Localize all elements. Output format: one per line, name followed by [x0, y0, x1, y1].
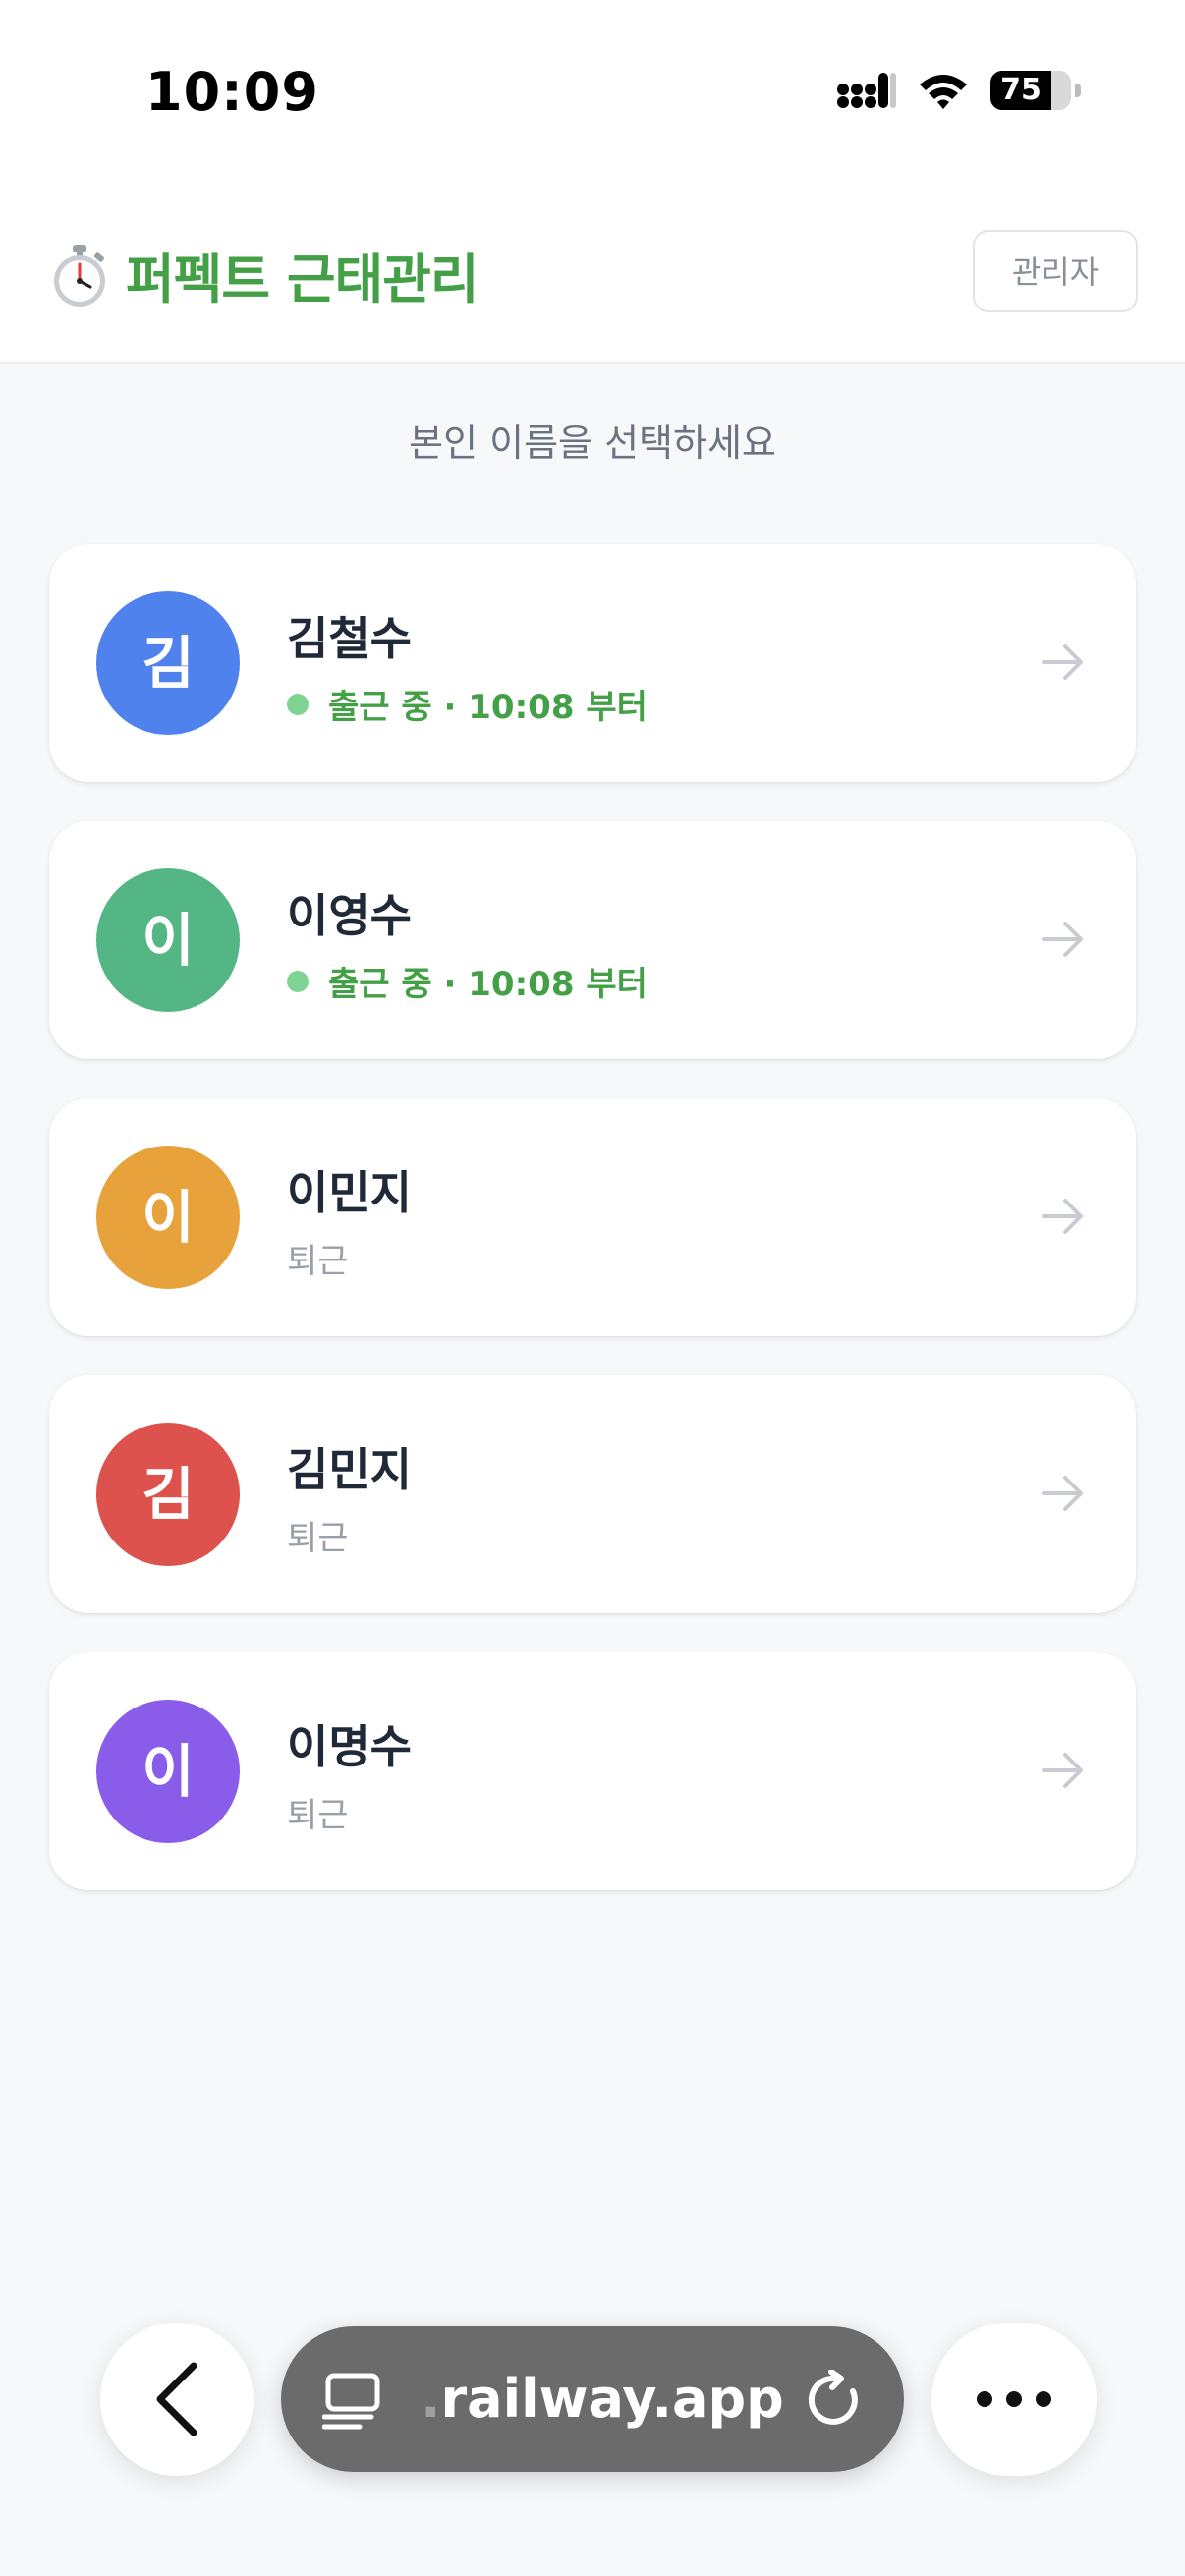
employee-name: 김민지: [287, 1443, 412, 1496]
avatar: 김: [96, 1423, 240, 1566]
arrow-right-icon: [1042, 922, 1083, 957]
employee-card[interactable]: 이 이영수 출근 중 · 10:08 부터: [49, 821, 1136, 1059]
employee-status: 출근 중 · 10:08 부터: [287, 957, 648, 1005]
status-text: 퇴근: [287, 1242, 349, 1281]
battery-icon: 75: [990, 71, 1071, 110]
app-header: 퍼펙트 근태관리 관리자: [0, 187, 1185, 364]
employee-name: 이민지: [287, 1166, 412, 1219]
browser-toolbar: .railway.app: [0, 2299, 1185, 2576]
employee-card[interactable]: 이 이명수 퇴근: [49, 1652, 1136, 1890]
more-options-button[interactable]: [931, 2323, 1097, 2476]
wifi-icon: [920, 75, 967, 109]
reload-icon[interactable]: [806, 2370, 867, 2431]
brand: 퍼펙트 근태관리: [49, 236, 480, 313]
avatar: 이: [96, 1146, 240, 1289]
address-bar[interactable]: .railway.app: [281, 2326, 904, 2472]
status-text: 출근 중 · 10:08 부터: [328, 688, 648, 727]
tabs-icon: [322, 2373, 380, 2430]
employee-name: 이명수: [287, 1720, 412, 1773]
status-icons: 75: [837, 71, 1081, 110]
employee-list: 김 김철수 출근 중 · 10:08 부터 이 이영수 출근 중 · 10:08…: [49, 544, 1136, 1930]
employee-status: 출근 중 · 10:08 부터: [287, 680, 648, 728]
instruction-text: 본인 이름을 선택하세요: [409, 421, 776, 465]
status-dot: [287, 970, 309, 992]
avatar: 이: [96, 868, 240, 1012]
battery-cap: [1075, 84, 1081, 97]
app-title: 퍼펙트 근태관리: [126, 249, 480, 310]
avatar: 김: [96, 591, 240, 735]
arrow-right-icon: [1042, 1753, 1083, 1788]
status-bar: 10:09 75: [0, 0, 1185, 187]
employee-card[interactable]: 김 김철수 출근 중 · 10:08 부터: [49, 544, 1136, 782]
cellular-signal-icon: [837, 73, 896, 108]
arrow-right-icon: [1042, 644, 1083, 680]
employee-card[interactable]: 이 이민지 퇴근: [49, 1098, 1136, 1336]
arrow-right-icon: [1042, 1199, 1083, 1234]
url-text: .railway.app: [421, 2326, 784, 2472]
employee-status: 퇴근: [287, 1234, 349, 1282]
employee-status: 퇴근: [287, 1511, 349, 1559]
ellipsis-icon: [977, 2391, 1051, 2407]
employee-name: 이영수: [287, 889, 412, 942]
url-domain: railway.app: [440, 2368, 784, 2430]
employee-card[interactable]: 김 김민지 퇴근: [49, 1375, 1136, 1613]
arrow-right-icon: [1042, 1476, 1083, 1511]
admin-button[interactable]: 관리자: [973, 230, 1138, 312]
status-dot: [287, 693, 309, 715]
status-time: 10:09: [145, 61, 319, 123]
stopwatch-icon: [54, 244, 105, 307]
battery-level: 75: [1000, 73, 1042, 107]
avatar: 이: [96, 1700, 240, 1843]
url-prefix: .: [421, 2368, 441, 2430]
back-button[interactable]: [100, 2323, 254, 2476]
status-text: 퇴근: [287, 1519, 349, 1558]
employee-name: 김철수: [287, 612, 412, 665]
chevron-left-icon: [156, 2362, 198, 2436]
employee-status: 퇴근: [287, 1788, 349, 1836]
status-text: 퇴근: [287, 1796, 349, 1835]
status-text: 출근 중 · 10:08 부터: [328, 965, 648, 1004]
